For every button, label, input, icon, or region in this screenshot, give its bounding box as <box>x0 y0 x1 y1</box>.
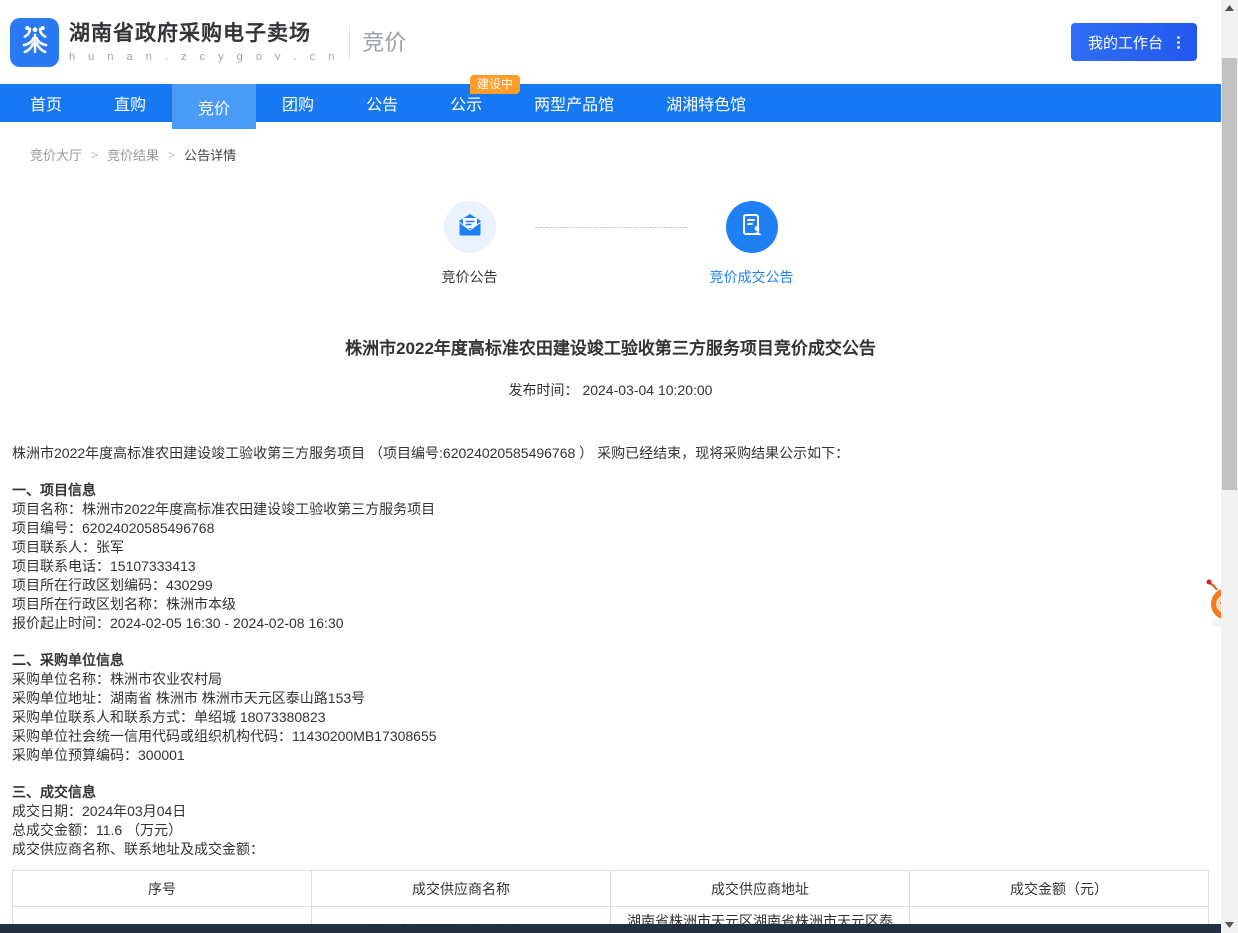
step2-label: 竞价成交公告 <box>687 267 817 287</box>
scrollbar-thumb[interactable] <box>1222 58 1237 490</box>
section-heading: 一、项目信息 <box>12 481 1209 500</box>
info-line: 成交供应商名称、联系地址及成交金额： <box>12 840 1209 859</box>
info-line: 采购单位预算编码：300001 <box>12 746 1209 765</box>
col-deal-amount: 成交金额（元） <box>910 871 1209 907</box>
deal-document-icon <box>740 213 764 242</box>
info-line: 项目编号：62024020585496768 <box>12 519 1209 538</box>
progress-steps: 竞价公告 竞价成交公告 <box>0 201 1221 287</box>
col-serial-number: 序号 <box>13 871 312 907</box>
vertical-scrollbar[interactable] <box>1221 0 1238 933</box>
info-line: 成交日期：2024年03月04日 <box>12 802 1209 821</box>
section-deal-info: 三、成交信息 成交日期：2024年03月04日 总成交金额：11.6 （万元） … <box>12 783 1209 859</box>
header-section-label: 竞价 <box>362 30 406 56</box>
nav-item-direct-purchase[interactable]: 直购 <box>88 84 172 122</box>
under-construction-badge: 建设中 <box>470 75 520 94</box>
step1-circle <box>444 201 496 253</box>
nav-item-group-purchase[interactable]: 团购 <box>256 84 340 122</box>
brand-title: 湖南省政府采购电子卖场 <box>69 21 339 47</box>
header-actions: 我的工作台 <box>1071 23 1197 61</box>
intro-paragraph: 株洲市2022年度高标准农田建设竣工验收第三方服务项目 （项目编号:620240… <box>12 444 1209 463</box>
nav-item-two-type-products[interactable]: 两型产品馆 <box>508 84 640 122</box>
section-project-info: 一、项目信息 项目名称：株洲市2022年度高标准农田建设竣工验收第三方服务项目 … <box>12 481 1209 633</box>
info-line: 项目联系人：张军 <box>12 538 1209 557</box>
nav-item-hunan-specialty[interactable]: 湖湘特色馆 <box>640 84 772 122</box>
publish-time-label: 发布时间： <box>509 382 579 398</box>
breadcrumb-separator: > <box>91 148 98 162</box>
page: 湖南省政府采购电子卖场 h u n a n . z c y g o v . c … <box>0 0 1238 933</box>
announcement-body: 株洲市2022年度高标准农田建设竣工验收第三方服务项目 （项目编号:620240… <box>0 444 1221 933</box>
section-heading: 二、采购单位信息 <box>12 651 1209 670</box>
step2-circle <box>726 201 778 253</box>
breadcrumb-announcement-detail: 公告详情 <box>184 145 236 164</box>
info-line: 报价起止时间：2024-02-05 16:30 - 2024-02-08 16:… <box>12 614 1209 633</box>
workbench-button[interactable]: 我的工作台 <box>1071 23 1197 61</box>
info-line: 采购单位社会统一信用代码或组织机构代码：11430200MB17308655 <box>12 727 1209 746</box>
workbench-button-label: 我的工作台 <box>1088 32 1163 53</box>
info-line: 项目所在行政区划编码：430299 <box>12 576 1209 595</box>
info-line: 采购单位联系人和联系方式：单绍城 18073380823 <box>12 708 1209 727</box>
info-line: 项目名称：株洲市2022年度高标准农田建设竣工验收第三方服务项目 <box>12 500 1209 519</box>
nav-item-bidding[interactable]: 竞价 <box>172 84 256 129</box>
breadcrumb-separator: > <box>168 148 175 162</box>
scroll-up-arrow-icon[interactable] <box>1221 0 1238 16</box>
announcement-title: 株洲市2022年度高标准农田建设竣工验收第三方服务项目竞价成交公告 <box>0 334 1221 359</box>
info-line: 采购单位名称：株洲市农业农村局 <box>12 670 1209 689</box>
mail-icon <box>457 212 483 243</box>
brand-domain: h u n a n . z c y g o v . c n <box>69 51 339 63</box>
nav-item-home[interactable]: 首页 <box>4 84 88 122</box>
col-supplier-name: 成交供应商名称 <box>312 871 611 907</box>
breadcrumb-bidding-results[interactable]: 竞价结果 <box>107 145 159 164</box>
section-buyer-info: 二、采购单位信息 采购单位名称：株洲市农业农村局 采购单位地址：湖南省 株洲市 … <box>12 651 1209 765</box>
publish-time-value: 2024-03-04 10:20:00 <box>582 382 712 398</box>
scroll-down-arrow-icon[interactable] <box>1221 917 1238 933</box>
section-heading: 三、成交信息 <box>12 783 1209 802</box>
site-logo[interactable] <box>10 18 59 67</box>
table-header-row: 序号 成交供应商名称 成交供应商地址 成交金额（元） <box>13 871 1209 907</box>
zcy-logo-icon <box>18 23 52 62</box>
step1-label: 竞价公告 <box>405 267 535 287</box>
step-deal-announcement: 竞价成交公告 <box>687 201 817 287</box>
header: 湖南省政府采购电子卖场 h u n a n . z c y g o v . c … <box>0 0 1221 84</box>
info-line: 项目联系电话：15107333413 <box>12 557 1209 576</box>
main-nav: 首页 直购 竞价 团购 公告 公示 两型产品馆 湖湘特色馆 建设中 <box>0 84 1221 122</box>
info-line: 项目所在行政区划名称：株洲市本级 <box>12 595 1209 614</box>
publish-time: 发布时间： 2024-03-04 10:20:00 <box>0 380 1221 400</box>
header-divider <box>349 25 350 59</box>
more-vertical-icon <box>1177 36 1180 49</box>
step-connector-dashed-line <box>535 227 687 228</box>
info-line: 采购单位地址：湖南省 株洲市 株洲市天元区泰山路153号 <box>12 689 1209 708</box>
col-supplier-address: 成交供应商地址 <box>611 871 910 907</box>
info-line: 总成交金额：11.6 （万元） <box>12 821 1209 840</box>
nav-item-announcement[interactable]: 公告 <box>340 84 424 122</box>
step-bidding-announcement: 竞价公告 <box>405 201 535 287</box>
brand-block: 湖南省政府采购电子卖场 h u n a n . z c y g o v . c … <box>69 21 339 63</box>
breadcrumb-bidding-hall[interactable]: 竞价大厅 <box>30 145 82 164</box>
footer-bar <box>0 924 1221 933</box>
helper-mascot[interactable] <box>1203 576 1221 634</box>
